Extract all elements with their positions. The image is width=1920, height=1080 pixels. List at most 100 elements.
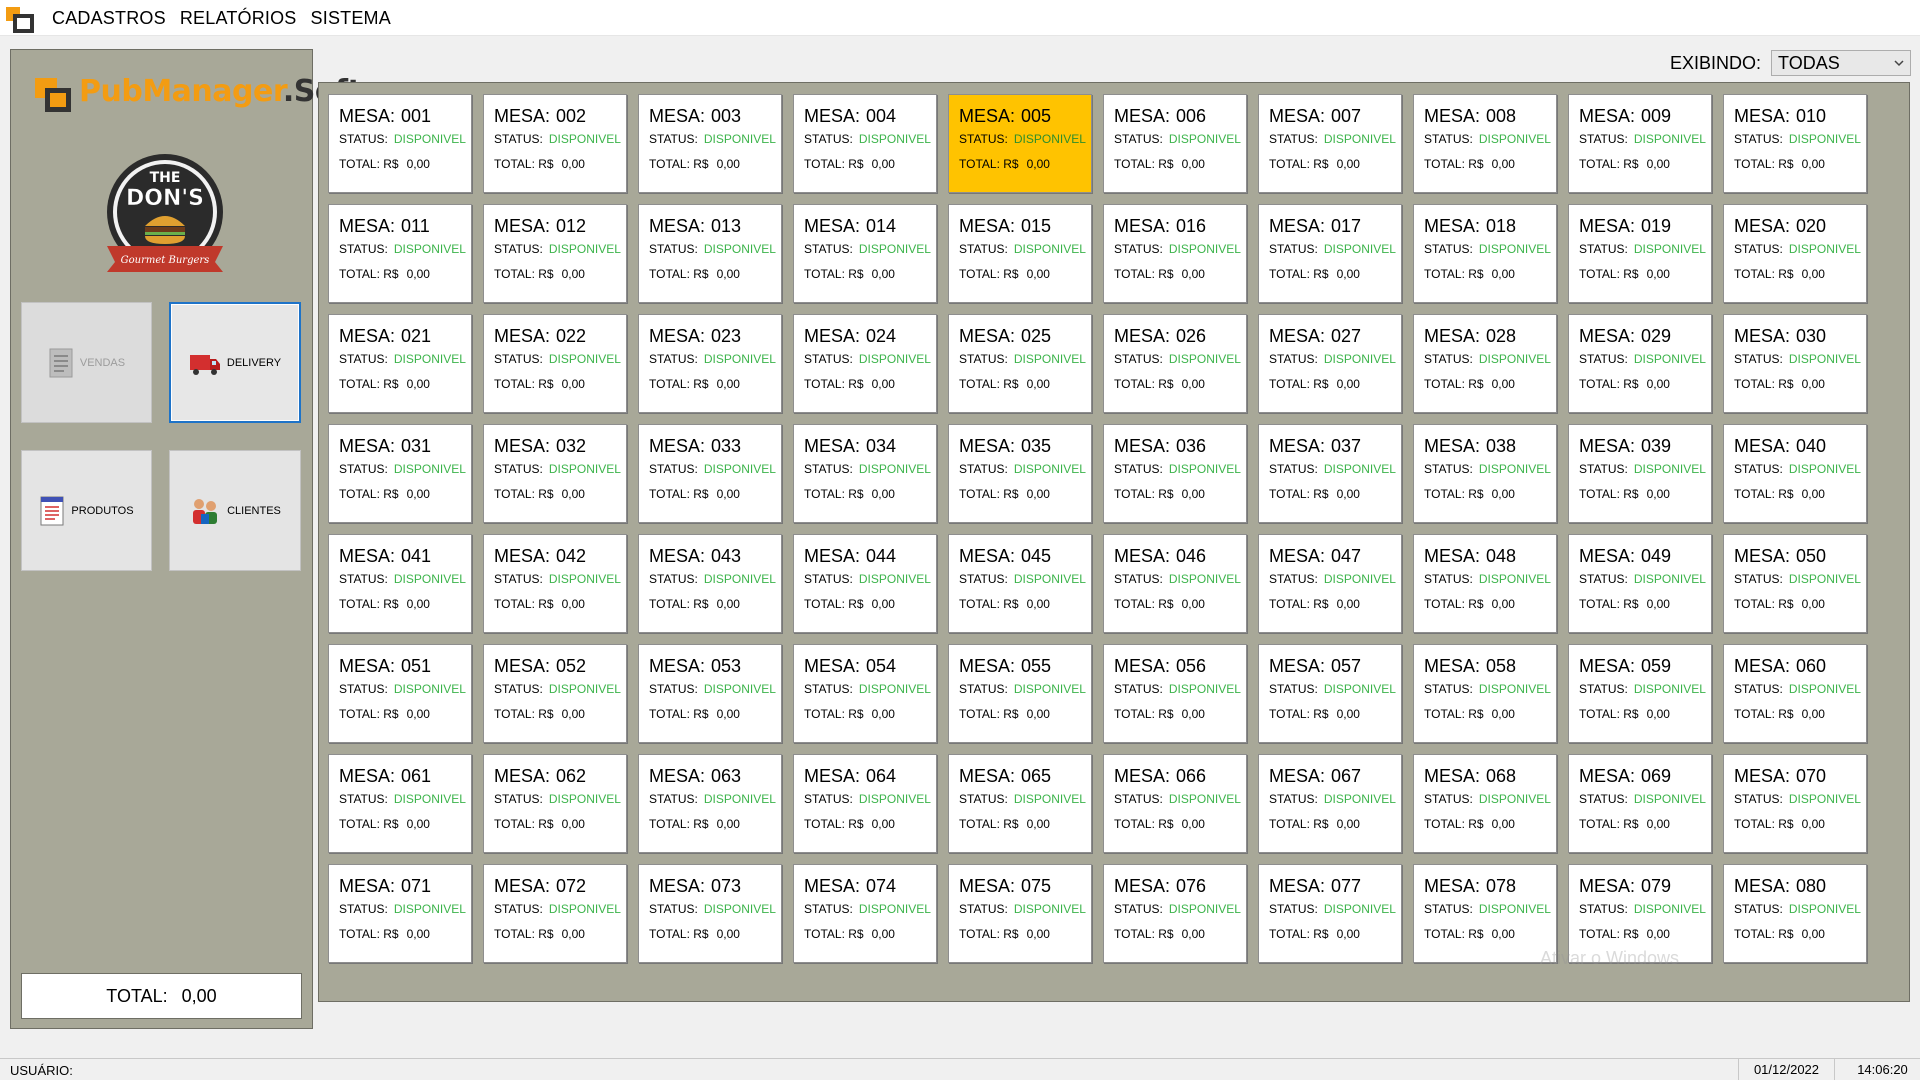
table-card[interactable]: MESA: 037 STATUS: DISPONIVEL TOTAL: R$ 0,00 — [1258, 424, 1402, 523]
table-card[interactable]: MESA: 056 STATUS: DISPONIVEL TOTAL: R$ 0,00 — [1103, 644, 1247, 743]
table-card[interactable]: MESA: 007 STATUS: DISPONIVEL TOTAL: R$ 0,00 — [1258, 94, 1402, 193]
table-card[interactable]: MESA: 055 STATUS: DISPONIVEL TOTAL: R$ 0,00 — [948, 644, 1092, 743]
table-card[interactable]: MESA: 032 STATUS: DISPONIVEL TOTAL: R$ 0,00 — [483, 424, 627, 523]
table-card[interactable]: MESA: 036 STATUS: DISPONIVEL TOTAL: R$ 0,00 — [1103, 424, 1247, 523]
table-status-value: DISPONIVEL — [1788, 132, 1861, 146]
table-card[interactable]: MESA: 014 STATUS: DISPONIVEL TOTAL: R$ 0,00 — [793, 204, 937, 303]
table-card[interactable]: MESA: 061 STATUS: DISPONIVEL TOTAL: R$ 0,00 — [328, 754, 472, 853]
table-card[interactable]: MESA: 049 STATUS: DISPONIVEL TOTAL: R$ 0,00 — [1568, 534, 1712, 633]
table-total-value: 0,00 — [1026, 927, 1050, 941]
table-card[interactable]: MESA: 065 STATUS: DISPONIVEL TOTAL: R$ 0,00 — [948, 754, 1092, 853]
table-card[interactable]: MESA: 078 STATUS: DISPONIVEL TOTAL: R$ 0,00 — [1413, 864, 1557, 963]
table-card[interactable]: MESA: 006 STATUS: DISPONIVEL TOTAL: R$ 0,00 — [1103, 94, 1247, 193]
table-card[interactable]: MESA: 042 STATUS: DISPONIVEL TOTAL: R$ 0,00 — [483, 534, 627, 633]
filter-select[interactable]: TODAS — [1771, 50, 1912, 76]
clientes-button[interactable]: CLIENTES — [169, 450, 301, 571]
table-card[interactable]: MESA: 005 STATUS: DISPONIVEL TOTAL: R$ 0,00 — [948, 94, 1092, 193]
table-card[interactable]: MESA: 077 STATUS: DISPONIVEL TOTAL: R$ 0,00 — [1258, 864, 1402, 963]
table-card[interactable]: MESA: 034 STATUS: DISPONIVEL TOTAL: R$ 0,00 — [793, 424, 937, 523]
table-card[interactable]: MESA: 010 STATUS: DISPONIVEL TOTAL: R$ 0,00 — [1723, 94, 1867, 193]
table-card[interactable]: MESA: 060 STATUS: DISPONIVEL TOTAL: R$ 0,00 — [1723, 644, 1867, 743]
table-card[interactable]: MESA: 053 STATUS: DISPONIVEL TOTAL: R$ 0,00 — [638, 644, 782, 743]
table-card[interactable]: MESA: 025 STATUS: DISPONIVEL TOTAL: R$ 0,00 — [948, 314, 1092, 413]
table-card[interactable]: MESA: 052 STATUS: DISPONIVEL TOTAL: R$ 0,00 — [483, 644, 627, 743]
delivery-button[interactable]: DELIVERY — [169, 302, 301, 423]
table-card[interactable]: MESA: 020 STATUS: DISPONIVEL TOTAL: R$ 0,00 — [1723, 204, 1867, 303]
table-card[interactable]: MESA: 045 STATUS: DISPONIVEL TOTAL: R$ 0,00 — [948, 534, 1092, 633]
table-card[interactable]: MESA: 009 STATUS: DISPONIVEL TOTAL: R$ 0,00 — [1568, 94, 1712, 193]
table-card[interactable]: MESA: 038 STATUS: DISPONIVEL TOTAL: R$ 0,00 — [1413, 424, 1557, 523]
table-title: MESA: 026 — [1114, 326, 1246, 348]
table-card[interactable]: MESA: 012 STATUS: DISPONIVEL TOTAL: R$ 0,00 — [483, 204, 627, 303]
table-card[interactable]: MESA: 066 STATUS: DISPONIVEL TOTAL: R$ 0,00 — [1103, 754, 1247, 853]
table-status-label: STATUS: — [1269, 572, 1318, 586]
table-card[interactable]: MESA: 047 STATUS: DISPONIVEL TOTAL: R$ 0,00 — [1258, 534, 1402, 633]
table-card[interactable]: MESA: 028 STATUS: DISPONIVEL TOTAL: R$ 0,00 — [1413, 314, 1557, 413]
menu-relatorios[interactable]: RELATÓRIOS — [180, 8, 297, 29]
table-card[interactable]: MESA: 044 STATUS: DISPONIVEL TOTAL: R$ 0,00 — [793, 534, 937, 633]
table-card[interactable]: MESA: 021 STATUS: DISPONIVEL TOTAL: R$ 0,00 — [328, 314, 472, 413]
table-card[interactable]: MESA: 035 STATUS: DISPONIVEL TOTAL: R$ 0,00 — [948, 424, 1092, 523]
table-card[interactable]: MESA: 004 STATUS: DISPONIVEL TOTAL: R$ 0,00 — [793, 94, 937, 193]
table-status-label: STATUS: — [649, 352, 698, 366]
menu-cadastros[interactable]: CADASTROS — [52, 8, 166, 29]
table-card[interactable]: MESA: 003 STATUS: DISPONIVEL TOTAL: R$ 0,00 — [638, 94, 782, 193]
produtos-button[interactable]: PRODUTOS — [21, 450, 152, 571]
table-card[interactable]: MESA: 017 STATUS: DISPONIVEL TOTAL: R$ 0,00 — [1258, 204, 1402, 303]
table-card[interactable]: MESA: 030 STATUS: DISPONIVEL TOTAL: R$ 0,00 — [1723, 314, 1867, 413]
table-card[interactable]: MESA: 039 STATUS: DISPONIVEL TOTAL: R$ 0,00 — [1568, 424, 1712, 523]
table-status-row: STATUS: DISPONIVEL — [804, 132, 936, 147]
table-card[interactable]: MESA: 064 STATUS: DISPONIVEL TOTAL: R$ 0,00 — [793, 754, 937, 853]
table-card[interactable]: MESA: 063 STATUS: DISPONIVEL TOTAL: R$ 0,00 — [638, 754, 782, 853]
table-status-value: DISPONIVEL — [1013, 242, 1086, 256]
table-card[interactable]: MESA: 015 STATUS: DISPONIVEL TOTAL: R$ 0,00 — [948, 204, 1092, 303]
table-card[interactable]: MESA: 067 STATUS: DISPONIVEL TOTAL: R$ 0,00 — [1258, 754, 1402, 853]
table-card[interactable]: MESA: 026 STATUS: DISPONIVEL TOTAL: R$ 0,00 — [1103, 314, 1247, 413]
table-card[interactable]: MESA: 043 STATUS: DISPONIVEL TOTAL: R$ 0,00 — [638, 534, 782, 633]
table-card[interactable]: MESA: 074 STATUS: DISPONIVEL TOTAL: R$ 0,00 — [793, 864, 937, 963]
table-card[interactable]: MESA: 019 STATUS: DISPONIVEL TOTAL: R$ 0,00 — [1568, 204, 1712, 303]
table-card[interactable]: MESA: 031 STATUS: DISPONIVEL TOTAL: R$ 0,00 — [328, 424, 472, 523]
table-card[interactable]: MESA: 040 STATUS: DISPONIVEL TOTAL: R$ 0,00 — [1723, 424, 1867, 523]
table-card[interactable]: MESA: 068 STATUS: DISPONIVEL TOTAL: R$ 0,00 — [1413, 754, 1557, 853]
table-card[interactable]: MESA: 023 STATUS: DISPONIVEL TOTAL: R$ 0,00 — [638, 314, 782, 413]
table-card[interactable]: MESA: 072 STATUS: DISPONIVEL TOTAL: R$ 0,00 — [483, 864, 627, 963]
table-card[interactable]: MESA: 075 STATUS: DISPONIVEL TOTAL: R$ 0,00 — [948, 864, 1092, 963]
table-card[interactable]: MESA: 029 STATUS: DISPONIVEL TOTAL: R$ 0,00 — [1568, 314, 1712, 413]
table-card[interactable]: MESA: 002 STATUS: DISPONIVEL TOTAL: R$ 0,00 — [483, 94, 627, 193]
vendas-button[interactable]: VENDAS — [21, 302, 152, 423]
table-card[interactable]: MESA: 046 STATUS: DISPONIVEL TOTAL: R$ 0,00 — [1103, 534, 1247, 633]
table-card[interactable]: MESA: 071 STATUS: DISPONIVEL TOTAL: R$ 0,00 — [328, 864, 472, 963]
table-card[interactable]: MESA: 062 STATUS: DISPONIVEL TOTAL: R$ 0,00 — [483, 754, 627, 853]
table-card[interactable]: MESA: 076 STATUS: DISPONIVEL TOTAL: R$ 0,00 — [1103, 864, 1247, 963]
table-card[interactable]: MESA: 051 STATUS: DISPONIVEL TOTAL: R$ 0,00 — [328, 644, 472, 743]
table-card[interactable]: MESA: 041 STATUS: DISPONIVEL TOTAL: R$ 0,00 — [328, 534, 472, 633]
table-title: MESA: 067 — [1269, 766, 1401, 788]
table-card[interactable]: MESA: 059 STATUS: DISPONIVEL TOTAL: R$ 0,00 — [1568, 644, 1712, 743]
menu-sistema[interactable]: SISTEMA — [311, 8, 391, 29]
table-card[interactable]: MESA: 022 STATUS: DISPONIVEL TOTAL: R$ 0,00 — [483, 314, 627, 413]
table-card[interactable]: MESA: 050 STATUS: DISPONIVEL TOTAL: R$ 0,00 — [1723, 534, 1867, 633]
table-card[interactable]: MESA: 001 STATUS: DISPONIVEL TOTAL: R$ 0,00 — [328, 94, 472, 193]
table-card[interactable]: MESA: 016 STATUS: DISPONIVEL TOTAL: R$ 0,00 — [1103, 204, 1247, 303]
table-card[interactable]: MESA: 054 STATUS: DISPONIVEL TOTAL: R$ 0,00 — [793, 644, 937, 743]
table-number: 051 — [401, 656, 432, 676]
table-card[interactable]: MESA: 013 STATUS: DISPONIVEL TOTAL: R$ 0,00 — [638, 204, 782, 303]
table-status-row: STATUS: DISPONIVEL — [1579, 572, 1711, 587]
table-number: 059 — [1641, 656, 1672, 676]
table-card[interactable]: MESA: 008 STATUS: DISPONIVEL TOTAL: R$ 0,00 — [1413, 94, 1557, 193]
table-card[interactable]: MESA: 070 STATUS: DISPONIVEL TOTAL: R$ 0,00 — [1723, 754, 1867, 853]
table-card[interactable]: MESA: 057 STATUS: DISPONIVEL TOTAL: R$ 0,00 — [1258, 644, 1402, 743]
table-card[interactable]: MESA: 069 STATUS: DISPONIVEL TOTAL: R$ 0,00 — [1568, 754, 1712, 853]
table-card[interactable]: MESA: 058 STATUS: DISPONIVEL TOTAL: R$ 0,00 — [1413, 644, 1557, 743]
table-card[interactable]: MESA: 018 STATUS: DISPONIVEL TOTAL: R$ 0,00 — [1413, 204, 1557, 303]
table-status-row: STATUS: DISPONIVEL — [1269, 792, 1401, 807]
table-card[interactable]: MESA: 011 STATUS: DISPONIVEL TOTAL: R$ 0,00 — [328, 204, 472, 303]
table-card[interactable]: MESA: 073 STATUS: DISPONIVEL TOTAL: R$ 0,00 — [638, 864, 782, 963]
table-status-label: STATUS: — [1269, 352, 1318, 366]
table-card[interactable]: MESA: 033 STATUS: DISPONIVEL TOTAL: R$ 0,00 — [638, 424, 782, 523]
table-card[interactable]: MESA: 024 STATUS: DISPONIVEL TOTAL: R$ 0,00 — [793, 314, 937, 413]
table-card[interactable]: MESA: 048 STATUS: DISPONIVEL TOTAL: R$ 0,00 — [1413, 534, 1557, 633]
table-card[interactable]: MESA: 027 STATUS: DISPONIVEL TOTAL: R$ 0,00 — [1258, 314, 1402, 413]
table-card[interactable]: MESA: 080 STATUS: DISPONIVEL TOTAL: R$ 0,00 — [1723, 864, 1867, 963]
